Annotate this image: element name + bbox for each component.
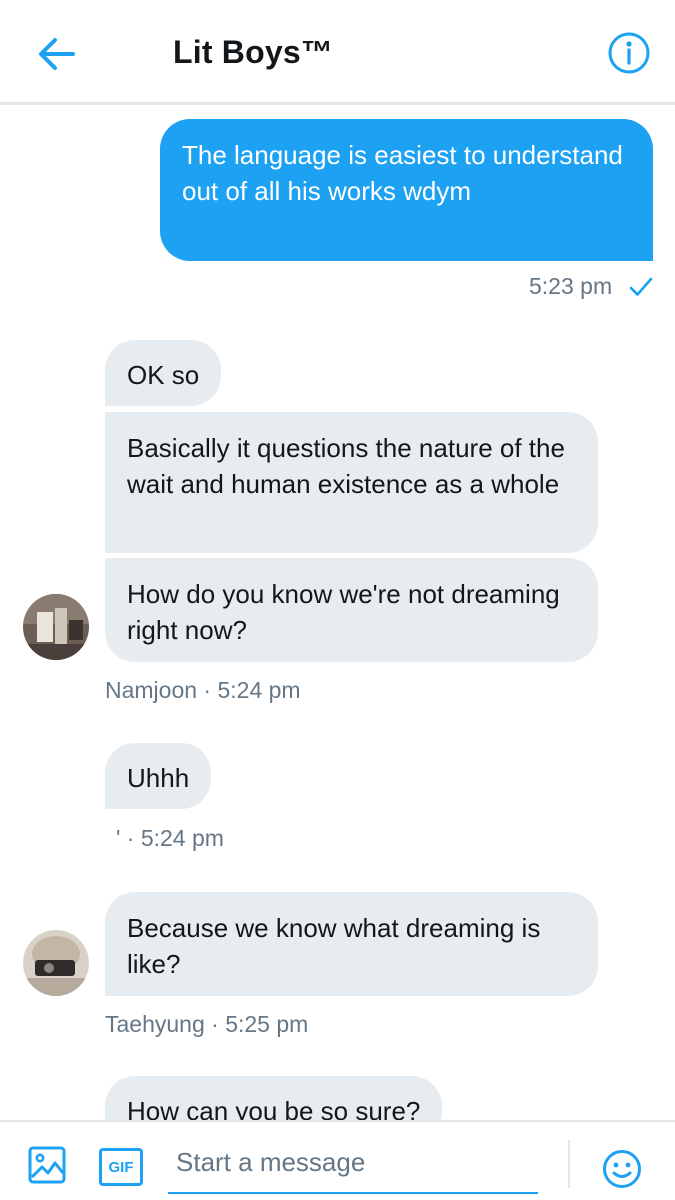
received-message-bubble[interactable]: How do you know we're not dreaming right…: [105, 558, 598, 662]
avatar-namjoon[interactable]: [23, 594, 89, 660]
info-icon: [608, 32, 650, 74]
back-button[interactable]: [30, 30, 82, 78]
message-text: Because we know what dreaming is like?: [127, 913, 541, 979]
dm-conversation-screen: Lit Boys™ The language is easiest to und…: [0, 0, 675, 1200]
message-text: Uhhh: [127, 763, 190, 793]
received-message-bubble[interactable]: OK so: [105, 340, 222, 406]
avatar-taehyung[interactable]: [23, 930, 89, 996]
avatar-image: [23, 594, 89, 660]
emoji-button[interactable]: [601, 1148, 643, 1190]
conversation-header: Lit Boys™: [0, 0, 675, 105]
received-message-bubble[interactable]: Uhhh: [105, 743, 212, 809]
avatar-image: [23, 930, 89, 996]
sent-message-bubble[interactable]: The language is easiest to understand ou…: [160, 119, 653, 261]
message-timestamp: 5:23 pm: [529, 273, 613, 299]
message-text: How can you be so sure?: [127, 1096, 421, 1121]
message-sender-timestamp: ' · 5:24 pm: [116, 825, 224, 851]
image-icon: [28, 1146, 66, 1184]
received-message-bubble[interactable]: Basically it questions the nature of the…: [105, 412, 598, 553]
message-input[interactable]: [168, 1132, 538, 1194]
back-arrow-icon: [39, 38, 75, 70]
received-message-bubble[interactable]: Because we know what dreaming is like?: [105, 892, 598, 996]
message-text: The language is easiest to understand ou…: [182, 140, 623, 206]
conversation-title: Lit Boys™: [173, 34, 334, 70]
checkmark-icon: [629, 277, 653, 296]
message-text: OK so: [127, 360, 200, 390]
received-message-bubble[interactable]: How can you be so sure?: [105, 1076, 443, 1121]
message-text: Basically it questions the nature of the…: [127, 433, 565, 499]
gif-icon: GIF: [99, 1148, 143, 1186]
gif-button[interactable]: GIF: [99, 1148, 143, 1186]
message-sender-timestamp: Taehyung · 5:25 pm: [105, 1011, 309, 1037]
info-button[interactable]: [606, 30, 652, 76]
emoji-icon: [603, 1150, 641, 1188]
message-composer: GIF: [0, 1120, 675, 1200]
media-button[interactable]: [28, 1146, 66, 1184]
composer-divider: [568, 1140, 570, 1188]
message-text: How do you know we're not dreaming right…: [127, 579, 560, 645]
message-sender-timestamp: Namjoon · 5:24 pm: [105, 677, 301, 703]
message-list: The language is easiest to understand ou…: [0, 105, 675, 1121]
